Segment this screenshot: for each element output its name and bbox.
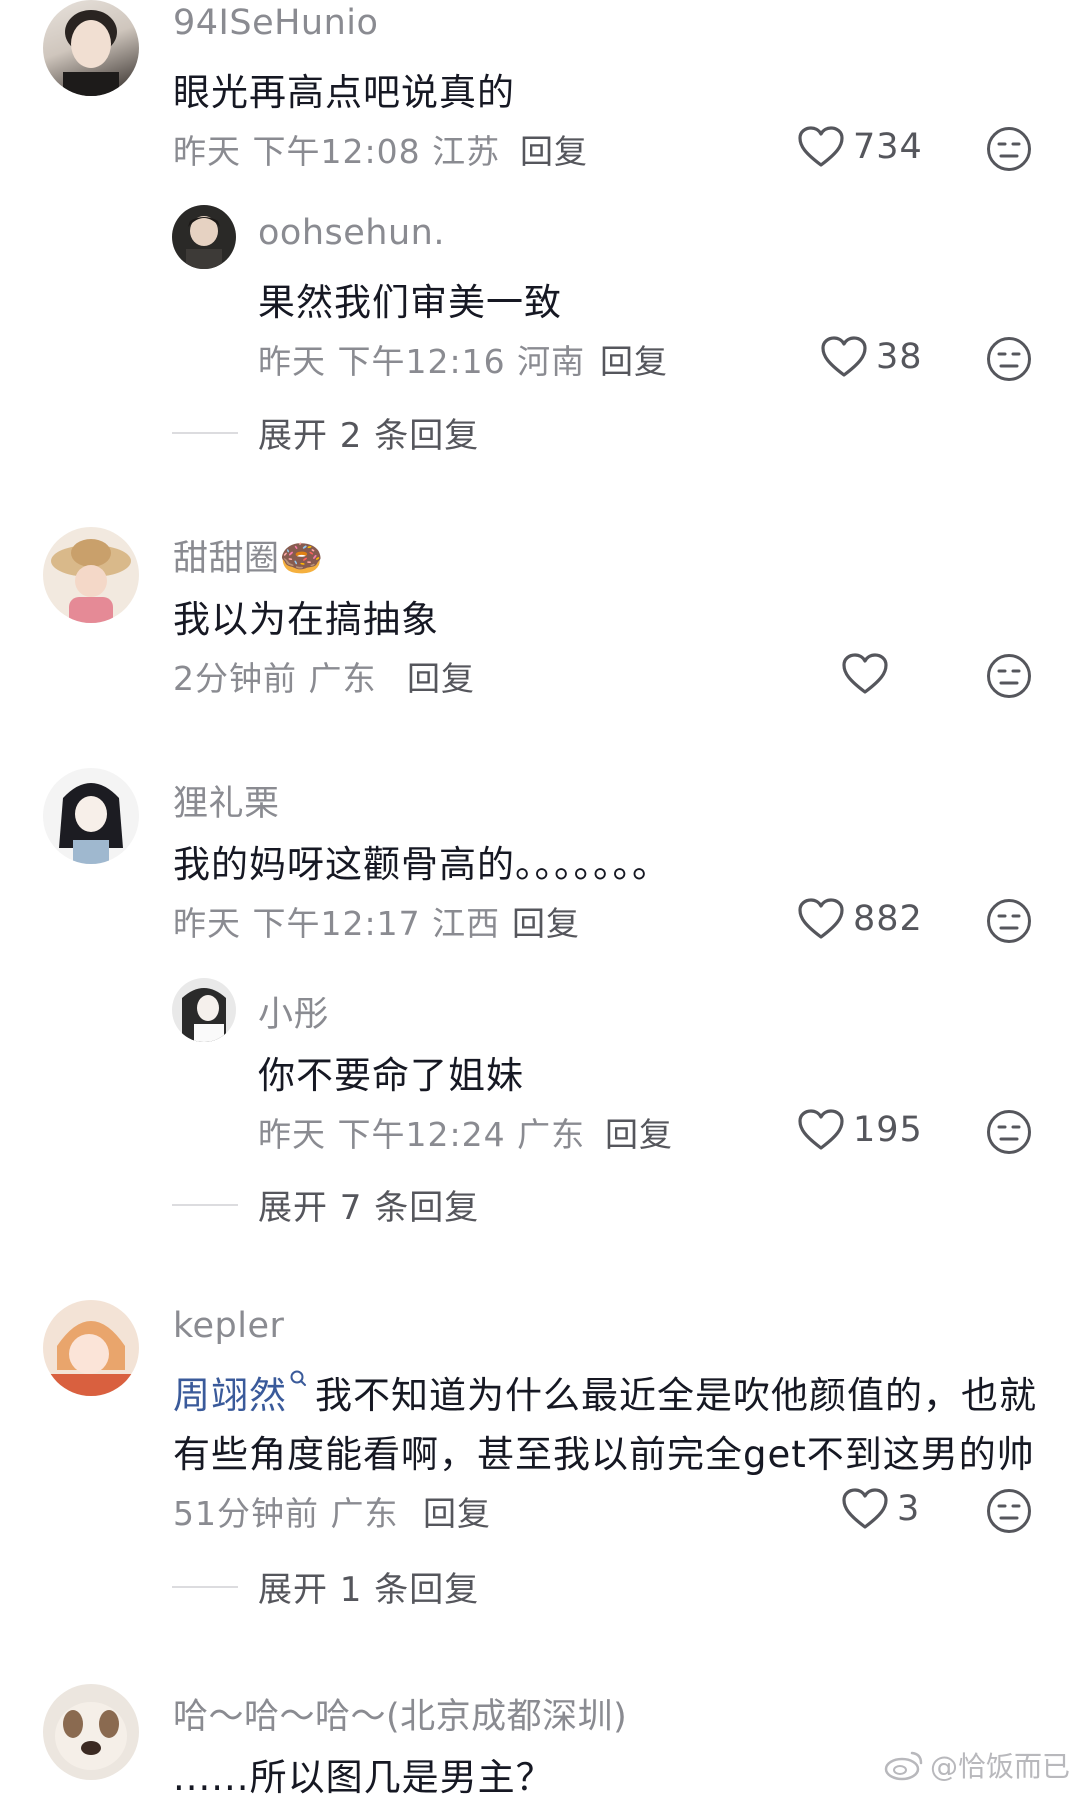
heart-icon bbox=[798, 1109, 844, 1150]
comment-item: kepler 周翊然 我不知道为什么最近全是吹他颜值的，也就 有些角度能看啊，甚至… bbox=[0, 1300, 1080, 1620]
reply-meta: 昨天 下午12:16 河南 bbox=[258, 342, 586, 381]
reply-button[interactable]: 回复 bbox=[423, 1487, 491, 1535]
reply-text: 你不要命了姐妹 bbox=[258, 1054, 524, 1097]
like-button[interactable]: 734 bbox=[797, 125, 923, 169]
like-button[interactable]: 195 bbox=[797, 1108, 923, 1152]
comment-username[interactable]: 哈～哈～哈～(北京成都深圳) bbox=[173, 1688, 627, 1739]
heart-icon bbox=[842, 653, 888, 694]
search-icon[interactable] bbox=[289, 1369, 307, 1391]
reply-button[interactable]: 回复 bbox=[520, 125, 588, 173]
heart-icon bbox=[842, 1488, 888, 1529]
comment-text: 我以为在搞抽象 bbox=[173, 598, 439, 641]
mention-link[interactable]: 周翊然 bbox=[173, 1374, 287, 1417]
like-count: 3 bbox=[897, 1489, 921, 1529]
donut-emoji: 🍩 bbox=[279, 539, 324, 579]
username-text: 甜甜圈 bbox=[173, 539, 280, 579]
reply-meta: 昨天 下午12:24 广东 bbox=[258, 1115, 586, 1154]
heart-icon bbox=[798, 126, 844, 167]
like-count: 882 bbox=[853, 899, 923, 939]
divider bbox=[172, 1203, 238, 1206]
like-count: 38 bbox=[876, 337, 923, 377]
expand-replies-label: 展开 1 条回复 bbox=[258, 1570, 480, 1610]
dislike-face-icon[interactable] bbox=[986, 1109, 1032, 1155]
comment-text-part: 我不知道为什么最近全是吹他颜值的，也就 bbox=[315, 1374, 1037, 1417]
expand-replies-button[interactable]: 展开 2 条回复 bbox=[172, 408, 479, 457]
comment-username[interactable]: kepler bbox=[173, 1306, 284, 1346]
comment-username[interactable]: 94ISeHunio bbox=[173, 3, 378, 43]
avatar[interactable] bbox=[43, 1684, 139, 1780]
like-button[interactable] bbox=[841, 652, 897, 696]
reply-button[interactable]: 回复 bbox=[512, 897, 580, 945]
watermark-text: @恰饭而已 bbox=[929, 1750, 1070, 1783]
dislike-face-icon[interactable] bbox=[986, 336, 1032, 382]
comment-meta: 昨天 下午12:08 江苏 bbox=[173, 132, 501, 171]
watermark: @恰饭而已 bbox=[884, 1745, 1070, 1785]
reply-button[interactable]: 回复 bbox=[407, 652, 475, 700]
avatar[interactable] bbox=[172, 205, 236, 269]
reply-button[interactable]: 回复 bbox=[600, 335, 668, 383]
comment-item: 甜甜圈🍩 我以为在搞抽象 2分钟前 广东 回复 bbox=[0, 525, 1080, 715]
comment-text-line2: 有些角度能看啊，甚至我以前完全get不到这男的帅 bbox=[173, 1433, 1035, 1476]
reply-username[interactable]: oohsehun. bbox=[258, 213, 445, 253]
comment-item: 94ISeHunio 眼光再高点吧说真的 昨天 下午12:08 江苏 回复 73… bbox=[0, 0, 1080, 456]
expand-replies-label: 展开 7 条回复 bbox=[258, 1188, 480, 1228]
comment-meta: 51分钟前 广东 bbox=[173, 1494, 399, 1533]
dislike-face-icon[interactable] bbox=[986, 898, 1032, 944]
dislike-face-icon[interactable] bbox=[986, 1488, 1032, 1534]
avatar[interactable] bbox=[172, 978, 236, 1042]
dislike-face-icon[interactable] bbox=[986, 653, 1032, 699]
comment-username[interactable]: 甜甜圈🍩 bbox=[173, 530, 324, 581]
like-count: 195 bbox=[853, 1110, 923, 1150]
expand-replies-button[interactable]: 展开 7 条回复 bbox=[172, 1180, 479, 1229]
heart-icon bbox=[821, 336, 867, 377]
like-button[interactable]: 3 bbox=[841, 1487, 920, 1531]
avatar[interactable] bbox=[43, 768, 139, 864]
comment-username[interactable]: 狸礼栗 bbox=[173, 775, 280, 826]
comment-text-line1: 周翊然 我不知道为什么最近全是吹他颜值的，也就 bbox=[173, 1365, 1037, 1419]
comment-text: 我的妈呀这颧骨高的。。。。。。。 bbox=[173, 843, 670, 886]
avatar[interactable] bbox=[43, 527, 139, 623]
like-button[interactable]: 38 bbox=[820, 335, 923, 379]
reply-text: 果然我们审美一致 bbox=[258, 281, 562, 324]
divider bbox=[172, 1585, 238, 1588]
divider bbox=[172, 431, 238, 434]
comment-text: 眼光再高点吧说真的 bbox=[173, 71, 515, 114]
heart-icon bbox=[798, 898, 844, 939]
comment-text: ......所以图几是男主？ bbox=[173, 1756, 554, 1799]
avatar[interactable] bbox=[43, 1300, 139, 1396]
expand-replies-label: 展开 2 条回复 bbox=[258, 416, 480, 456]
avatar[interactable] bbox=[43, 0, 139, 96]
reply-username[interactable]: 小彤 bbox=[258, 986, 329, 1037]
reply-button[interactable]: 回复 bbox=[605, 1108, 673, 1156]
expand-replies-button[interactable]: 展开 1 条回复 bbox=[172, 1562, 479, 1611]
dislike-face-icon[interactable] bbox=[986, 126, 1032, 172]
comment-item: 狸礼栗 我的妈呀这颧骨高的。。。。。。。 昨天 下午12:17 江西 回复 88… bbox=[0, 768, 1080, 1248]
like-button[interactable]: 882 bbox=[797, 897, 923, 941]
comment-meta: 2分钟前 广东 bbox=[173, 659, 377, 698]
like-count: 734 bbox=[853, 127, 923, 167]
weibo-logo-icon bbox=[884, 1751, 923, 1781]
comment-meta: 昨天 下午12:17 江西 bbox=[173, 904, 501, 943]
